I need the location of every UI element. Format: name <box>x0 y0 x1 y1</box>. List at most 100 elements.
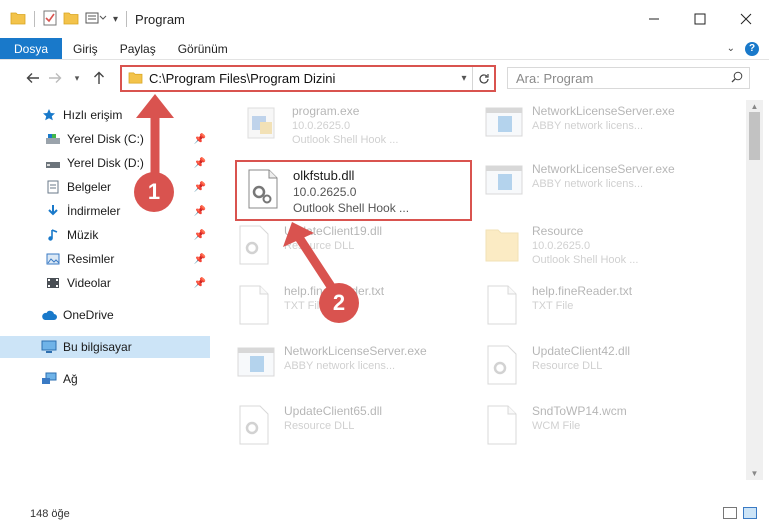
maximize-button[interactable] <box>677 0 723 38</box>
file-name: program.exe <box>292 104 360 118</box>
file-item[interactable]: program.exe 10.0.2625.0 Outlook Shell Ho… <box>244 104 398 148</box>
sidebar-item-this-pc[interactable]: Bu bilgisayar <box>0 336 210 358</box>
app-window-icon <box>484 162 524 206</box>
sidebar-item-local-disk-c[interactable]: Yerel Disk (C:) 📌 <box>0 128 210 150</box>
file-name: NetworkLicenseServer.exe <box>532 162 675 176</box>
minimize-button[interactable] <box>631 0 677 38</box>
dll-gear-icon <box>245 168 285 212</box>
pin-icon[interactable]: 📌 <box>194 278 206 289</box>
sidebar-item-label: Hızlı erişim <box>63 108 123 122</box>
file-name: NetworkLicenseServer.exe <box>284 344 427 358</box>
tab-share[interactable]: Paylaş <box>109 38 167 59</box>
expand-ribbon-icon[interactable]: ⌄ <box>727 43 735 54</box>
quick-access-toolbar: ▾ <box>0 10 129 29</box>
address-path[interactable]: C:\Program Files\Program Dizini <box>149 71 456 86</box>
file-item[interactable]: NetworkLicenseServer.exe ABBY network li… <box>484 104 675 148</box>
up-button[interactable] <box>88 67 110 89</box>
file-name: NetworkLicenseServer.exe <box>532 104 675 118</box>
sidebar-item-videos[interactable]: Videolar 📌 <box>0 272 210 294</box>
file-name: Resource <box>532 224 584 238</box>
file-name: UpdateClient19.dll <box>284 224 383 238</box>
forward-button[interactable] <box>44 67 66 89</box>
properties-icon[interactable] <box>43 10 57 29</box>
sidebar-item-onedrive[interactable]: OneDrive <box>0 304 210 326</box>
file-description: ABBY network licens... <box>284 360 396 372</box>
txt-icon <box>484 284 524 328</box>
large-icons-view-icon[interactable] <box>743 507 757 519</box>
pin-icon[interactable]: 📌 <box>194 206 206 217</box>
sidebar-item-quick-access[interactable]: Hızlı erişim <box>0 104 210 126</box>
file-description: Resource DLL <box>284 420 355 432</box>
sidebar-item-label: Resimler <box>67 252 115 266</box>
file-item[interactable]: Resource 10.0.2625.0 Outlook Shell Hook … <box>484 224 638 268</box>
sidebar-item-label: Müzik <box>67 228 99 242</box>
file-item[interactable]: UpdateClient19.dll Resource DLL <box>236 224 382 268</box>
file-name: UpdateClient42.dll <box>532 344 631 358</box>
pictures-icon <box>44 251 62 267</box>
file-list: program.exe 10.0.2625.0 Outlook Shell Ho… <box>214 100 744 480</box>
pin-icon[interactable]: 📌 <box>194 182 206 193</box>
sidebar-item-pictures[interactable]: Resimler 📌 <box>0 248 210 270</box>
star-icon <box>40 107 58 123</box>
exe-icon <box>244 104 284 148</box>
scroll-up-icon[interactable]: ▲ <box>746 102 763 111</box>
file-item[interactable]: SndToWP14.wcm WCM File <box>484 404 627 448</box>
chevron-down-icon[interactable]: ▾ <box>456 73 472 84</box>
pin-icon[interactable]: 📌 <box>194 134 206 145</box>
ribbon-right-controls: ⌄ ? <box>727 38 769 59</box>
details-view-icon[interactable] <box>723 507 737 519</box>
sidebar-item-music[interactable]: Müzik 📌 <box>0 224 210 246</box>
txt-icon <box>236 284 276 328</box>
folder-icon <box>484 224 524 268</box>
help-icon[interactable]: ? <box>745 41 759 56</box>
file-item[interactable]: UpdateClient65.dll Resource DLL <box>236 404 382 448</box>
scroll-down-icon[interactable]: ▼ <box>746 469 763 478</box>
app-window-icon <box>236 344 276 388</box>
file-item[interactable]: NetworkLicenseServer.exe ABBY network li… <box>236 344 427 388</box>
address-bar[interactable]: C:\Program Files\Program Dizini ▾ <box>120 65 496 92</box>
new-folder-icon[interactable] <box>63 11 79 28</box>
file-description: Outlook Shell Hook ... <box>532 254 639 266</box>
folder-icon <box>128 71 143 87</box>
search-icon <box>731 71 743 86</box>
sidebar-item-local-disk-d[interactable]: Yerel Disk (D:) 📌 <box>0 152 210 174</box>
ribbon-tabs: Dosya Giriş Paylaş Görünüm ⌄ ? <box>0 38 769 60</box>
refresh-button[interactable] <box>472 67 494 90</box>
tab-view[interactable]: Görünüm <box>167 38 239 59</box>
file-item[interactable]: help.fineReader.txt TXT File <box>236 284 384 328</box>
file-description: ABBY network licens... <box>532 120 644 132</box>
close-button[interactable] <box>723 0 769 38</box>
item-count: 148 öğe <box>30 508 70 520</box>
navigation-bar: ▾ C:\Program Files\Program Dizini ▾ Ara:… <box>0 60 769 96</box>
tab-home[interactable]: Giriş <box>62 38 109 59</box>
sidebar-item-label: Belgeler <box>67 180 112 194</box>
recent-locations-button[interactable]: ▾ <box>66 67 88 89</box>
scroll-thumb[interactable] <box>749 112 760 160</box>
customize-icon[interactable] <box>85 11 107 28</box>
window-title: Program <box>135 11 185 27</box>
file-item-highlighted[interactable]: olkfstub.dll 10.0.2625.0 Outlook Shell H… <box>235 160 472 221</box>
sidebar-item-downloads[interactable]: İndirmeler 📌 <box>0 200 210 222</box>
pin-icon[interactable]: 📌 <box>194 230 206 241</box>
sidebar-item-label: Yerel Disk (D:) <box>67 156 144 170</box>
computer-icon <box>40 339 58 355</box>
file-item[interactable]: help.fineReader.txt TXT File <box>484 284 632 328</box>
pin-icon[interactable]: 📌 <box>194 254 206 265</box>
file-item[interactable]: NetworkLicenseServer.exe ABBY network li… <box>484 162 675 206</box>
toolbar-divider <box>34 11 35 27</box>
tab-file[interactable]: Dosya <box>0 38 63 59</box>
file-description: TXT File <box>532 300 574 312</box>
chevron-down-icon[interactable]: ▾ <box>113 14 118 25</box>
back-button[interactable] <box>22 67 44 89</box>
file-name: help.fineReader.txt <box>532 284 633 298</box>
vertical-scrollbar[interactable]: ▲ ▼ <box>746 100 763 480</box>
search-input[interactable]: Ara: Program <box>507 67 750 89</box>
pin-icon[interactable]: 📌 <box>194 158 206 169</box>
sidebar-item-network[interactable]: Ağ <box>0 368 210 390</box>
sidebar-item-label: Yerel Disk (C:) <box>67 132 144 146</box>
file-item[interactable]: UpdateClient42.dll Resource DLL <box>484 344 630 388</box>
sidebar-item-documents[interactable]: Belgeler 📌 <box>0 176 210 198</box>
videos-icon <box>44 275 62 291</box>
window-controls <box>631 0 769 38</box>
sidebar-item-label: OneDrive <box>63 308 114 322</box>
